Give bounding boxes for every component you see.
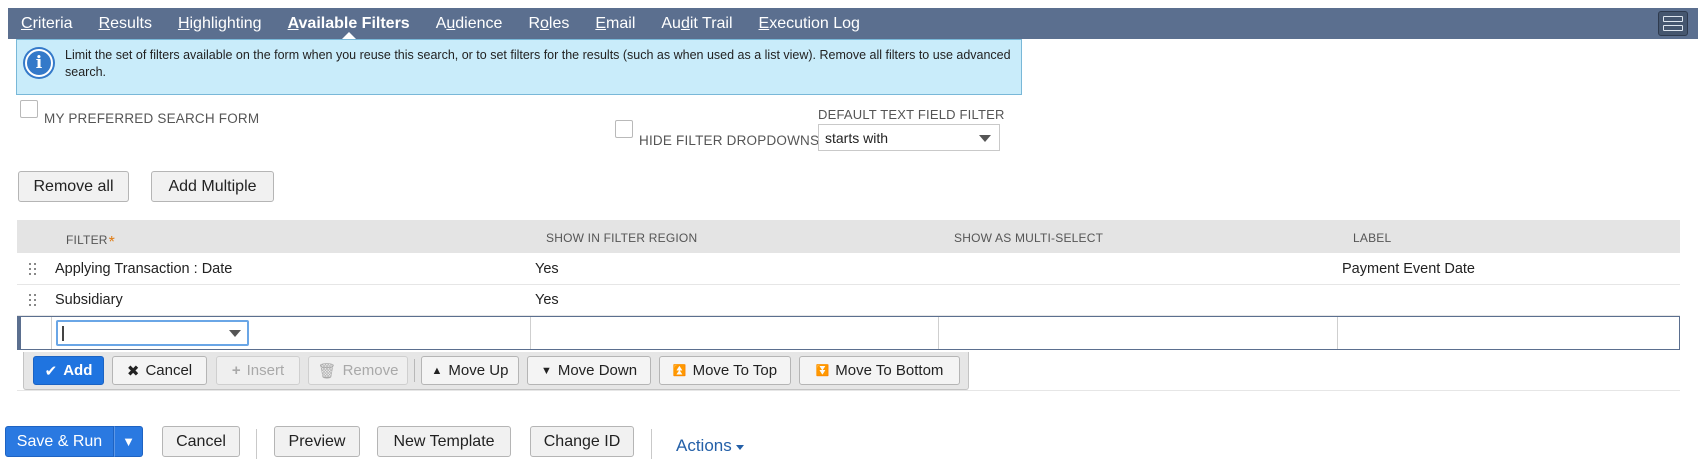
plus-icon: + bbox=[231, 362, 241, 379]
table-row[interactable]: Applying Transaction : Date Yes Payment … bbox=[17, 254, 1680, 285]
check-icon: ✔ bbox=[44, 362, 58, 380]
trash-icon: 🗑 bbox=[317, 362, 337, 380]
remove-all-button[interactable]: Remove all bbox=[18, 171, 129, 202]
column-header-show-in-filter-region: SHOW IN FILTER REGION bbox=[546, 231, 698, 245]
tab-audit-trail[interactable]: Audit Trail bbox=[648, 8, 745, 39]
default-text-field-filter-value: starts with bbox=[825, 130, 889, 146]
chevron-down-icon bbox=[979, 135, 991, 142]
row-show-region-value: Yes bbox=[535, 261, 559, 277]
new-filter-select[interactable] bbox=[56, 320, 249, 346]
move-up-button[interactable]: ▲ Move Up bbox=[421, 356, 519, 385]
move-to-bottom-button[interactable]: ⏬ Move To Bottom bbox=[799, 356, 960, 385]
tab-email[interactable]: Email bbox=[582, 8, 648, 39]
info-message: i Limit the set of filters available on … bbox=[16, 39, 1022, 95]
divider bbox=[256, 429, 257, 459]
info-icon: i bbox=[25, 49, 53, 77]
row-label-value: Payment Event Date bbox=[1342, 261, 1475, 277]
row-edit-toolbar: ✔ Add ✖ Cancel + Insert 🗑 Remove ▲ Move Up ▼ M… bbox=[23, 352, 969, 390]
column-header-show-as-multi-select: SHOW AS MULTI-SELECT bbox=[954, 231, 1104, 245]
tab-criteria[interactable]: Criteria bbox=[8, 8, 86, 39]
new-filter-edit-row bbox=[17, 316, 1680, 350]
drag-handle-icon[interactable] bbox=[29, 294, 37, 307]
chevron-down-icon bbox=[735, 444, 744, 450]
actions-label: Actions bbox=[676, 436, 732, 455]
close-icon: ✖ bbox=[126, 362, 140, 380]
column-header-filter: FILTER* bbox=[66, 233, 116, 251]
save-run-menu-arrow-icon[interactable]: ▼ bbox=[114, 426, 143, 457]
preferred-search-form-checkbox[interactable] bbox=[20, 100, 38, 118]
required-mark: * bbox=[108, 234, 116, 251]
cancel-button[interactable]: Cancel bbox=[162, 426, 240, 457]
new-template-button[interactable]: New Template bbox=[377, 426, 511, 457]
default-text-field-filter-select[interactable]: starts with bbox=[818, 124, 1000, 151]
add-multiple-button[interactable]: Add Multiple bbox=[151, 171, 274, 202]
chevron-down-icon bbox=[229, 330, 241, 337]
preview-button[interactable]: Preview bbox=[274, 426, 360, 457]
tab-execution-log[interactable]: Execution Log bbox=[746, 8, 873, 39]
arrow-up-icon: ▲ bbox=[431, 364, 443, 377]
arrow-down-icon: ▼ bbox=[540, 364, 552, 377]
filters-table-header: FILTER* SHOW IN FILTER REGION SHOW AS MU… bbox=[17, 220, 1680, 253]
move-to-top-button[interactable]: ⏫ Move To Top bbox=[659, 356, 791, 385]
divider bbox=[651, 429, 652, 459]
hide-filter-dropdowns-label: HIDE FILTER DROPDOWNS bbox=[639, 133, 820, 148]
save-and-run-button[interactable]: Save & Run bbox=[5, 426, 114, 457]
remove-row-button[interactable]: 🗑 Remove bbox=[308, 356, 408, 385]
tab-available-filters[interactable]: Available Filters bbox=[275, 8, 423, 39]
hide-filter-dropdowns-checkbox[interactable] bbox=[615, 120, 633, 138]
row-show-region-value: Yes bbox=[535, 292, 559, 308]
tab-highlighting[interactable]: Highlighting bbox=[165, 8, 275, 39]
row-filter-value: Subsidiary bbox=[55, 292, 123, 308]
column-header-label: LABEL bbox=[1353, 231, 1392, 245]
tab-audience[interactable]: Audience bbox=[423, 8, 516, 39]
cancel-row-button[interactable]: ✖ Cancel bbox=[112, 356, 207, 385]
drag-handle-icon[interactable] bbox=[29, 263, 37, 276]
move-down-button[interactable]: ▼ Move Down bbox=[527, 356, 651, 385]
row-filter-value: Applying Transaction : Date bbox=[55, 261, 233, 277]
actions-menu[interactable]: Actions bbox=[676, 436, 744, 456]
insert-row-button[interactable]: + Insert bbox=[216, 356, 300, 385]
change-id-button[interactable]: Change ID bbox=[530, 426, 634, 457]
table-row[interactable]: Subsidiary Yes bbox=[17, 285, 1680, 316]
move-to-top-icon: ⏫ bbox=[672, 365, 687, 377]
tab-layout-toggle-icon[interactable] bbox=[1658, 11, 1688, 36]
add-row-button[interactable]: ✔ Add bbox=[33, 356, 104, 385]
default-text-field-filter-label: DEFAULT TEXT FIELD FILTER bbox=[818, 107, 1005, 122]
preferred-search-form-label: MY PREFERRED SEARCH FORM bbox=[44, 111, 260, 126]
info-text: Limit the set of filters available on th… bbox=[65, 48, 1011, 79]
table-bottom-border bbox=[17, 390, 1680, 391]
tab-roles[interactable]: Roles bbox=[515, 8, 582, 39]
tab-results[interactable]: Results bbox=[86, 8, 165, 39]
save-run-split-button: Save & Run ▼ bbox=[5, 426, 143, 457]
subtab-bar: Criteria Results Highlighting Available … bbox=[8, 8, 1698, 39]
move-to-bottom-icon: ⏬ bbox=[815, 365, 830, 377]
